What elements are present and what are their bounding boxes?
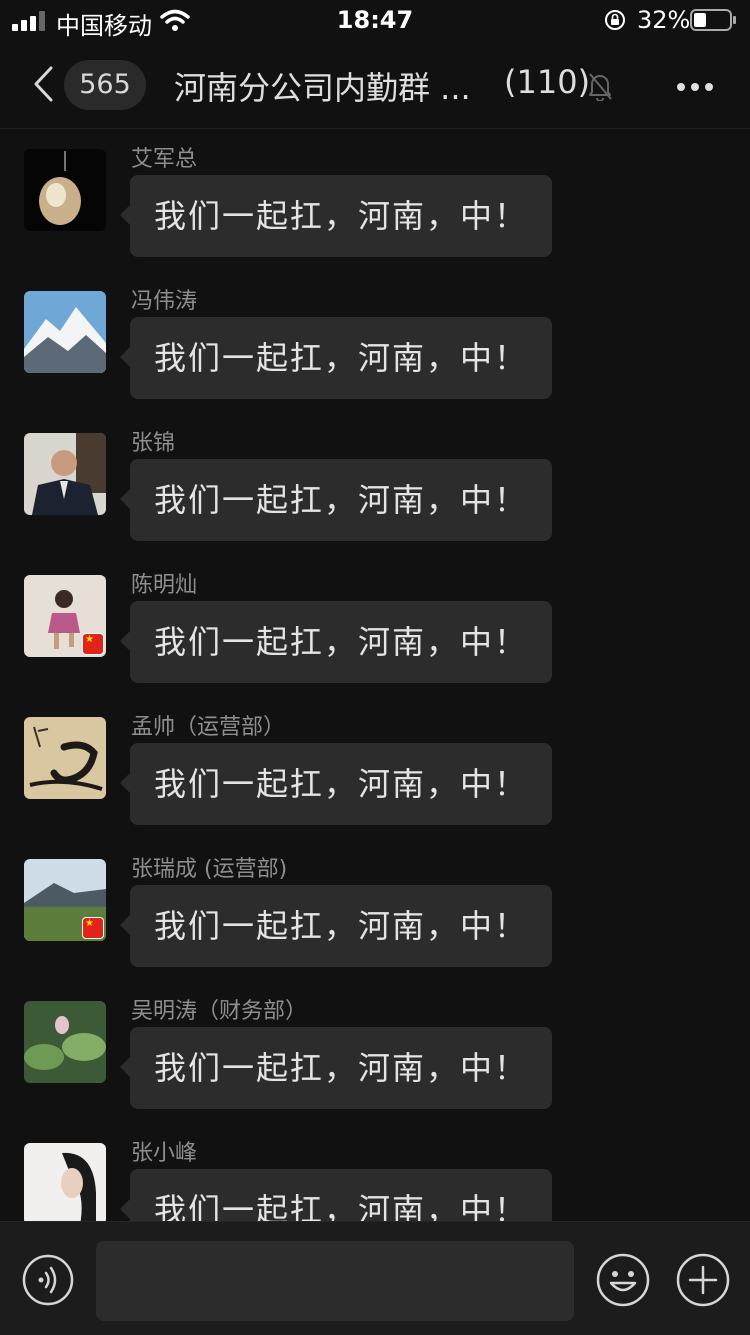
message-bubble[interactable]: 我们一起扛，河南，中！ [120,317,552,399]
message-bubble[interactable]: 我们一起扛，河南，中！ [120,459,552,541]
message-item: 吴明涛（财务部） 我们一起扛，河南，中！ [0,981,750,1123]
message-bubble[interactable]: 我们一起扛，河南，中！ [120,601,552,683]
message-item: 冯伟涛 我们一起扛，河南，中！ [0,271,750,413]
sender-name: 艾军总 [131,147,198,172]
sender-name: 张小峰 [131,1141,198,1166]
message-bubble[interactable]: 我们一起扛，河南，中！ [120,1169,552,1221]
chat-header: 565 河南分公司内勤群 ... (110) [0,42,750,129]
sender-name: 孟帅（运营部） [131,715,286,740]
lotus-avatar-image [24,1001,106,1083]
member-count: (110) [504,63,591,101]
avatar[interactable] [24,717,106,799]
avatar[interactable] [24,149,106,231]
man-in-suit-avatar-image [24,433,106,515]
message-bubble[interactable]: 我们一起扛，河南，中！ [120,175,552,257]
message-input[interactable] [96,1241,574,1321]
message-bubble[interactable]: 我们一起扛，河南，中！ [120,743,552,825]
message-bubble[interactable]: 我们一起扛，河南，中！ [120,1027,552,1109]
avatar[interactable] [24,859,106,941]
message-item: 张锦 我们一起扛，河南，中！ [0,413,750,555]
avatar[interactable] [24,575,106,657]
avatar[interactable] [24,1001,106,1083]
input-bar [0,1221,750,1335]
sender-name: 吴明涛（财务部） [131,999,308,1024]
calligraphy-avatar-image [24,717,106,799]
mountain-avatar-image [24,291,106,373]
message-item: 孟帅（运营部） 我们一起扛，河南，中！ [0,697,750,839]
message-bubble[interactable]: 我们一起扛，河南，中！ [120,885,552,967]
emoji-icon[interactable] [596,1253,650,1307]
sender-name: 张瑞成 (运营部) [131,857,288,882]
china-flag-icon [82,917,104,939]
more-options-icon[interactable] [676,82,714,92]
avatar[interactable] [24,1143,106,1221]
message-list[interactable]: 艾军总 我们一起扛，河南，中！ 冯伟涛 我们一起扛，河南，中！ 张锦 我们一起扛… [0,129,750,1221]
unread-count-badge[interactable]: 565 [64,60,146,110]
add-more-icon[interactable] [676,1253,730,1307]
avatar[interactable] [24,433,106,515]
sender-name: 冯伟涛 [131,289,198,314]
voice-input-icon[interactable] [22,1254,74,1306]
message-item: 艾军总 我们一起扛，河南，中！ [0,129,750,271]
pendant-avatar-image [24,149,106,231]
china-flag-icon [82,633,104,655]
sender-name: 陈明灿 [131,573,198,598]
sender-name: 张锦 [131,431,176,456]
message-item: 张瑞成 (运营部) 我们一起扛，河南，中！ [0,839,750,981]
battery-percent: 32% [637,6,691,34]
orientation-lock-icon [605,10,625,30]
mute-bell-icon [589,73,612,101]
message-item: 陈明灿 我们一起扛，河南，中！ [0,555,750,697]
chat-title: 河南分公司内勤群 ... [174,69,471,107]
battery-icon [690,9,736,31]
message-item: 张小峰 我们一起扛，河南，中！ [0,1123,750,1221]
woman-avatar-image [24,1143,106,1221]
back-chevron-icon[interactable] [30,64,56,104]
avatar[interactable] [24,291,106,373]
status-bar: 中国移动 18:47 32% [0,0,750,42]
